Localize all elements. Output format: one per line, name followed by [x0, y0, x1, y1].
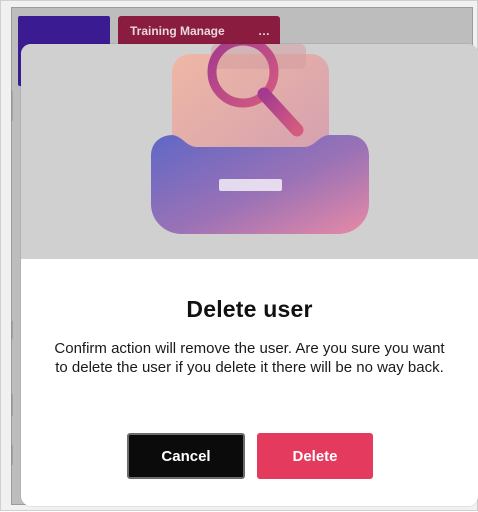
delete-button[interactable]: Delete: [257, 433, 373, 479]
background-tab-ellipsis: …: [258, 24, 270, 38]
modal-body-text: Confirm action will remove the user. Are…: [54, 340, 445, 376]
inbox-search-illustration-icon: [151, 44, 369, 234]
screen: Training Manage … Delete user Confirm ac…: [0, 0, 478, 511]
background-tab-label: Training Manage: [130, 24, 225, 38]
cancel-button[interactable]: Cancel: [127, 433, 245, 479]
modal-content: Delete user Confirm action will remove t…: [21, 259, 478, 506]
modal-title: Delete user: [186, 296, 313, 322]
delete-user-modal: Delete user Confirm action will remove t…: [21, 44, 478, 506]
modal-hero: [21, 44, 478, 259]
